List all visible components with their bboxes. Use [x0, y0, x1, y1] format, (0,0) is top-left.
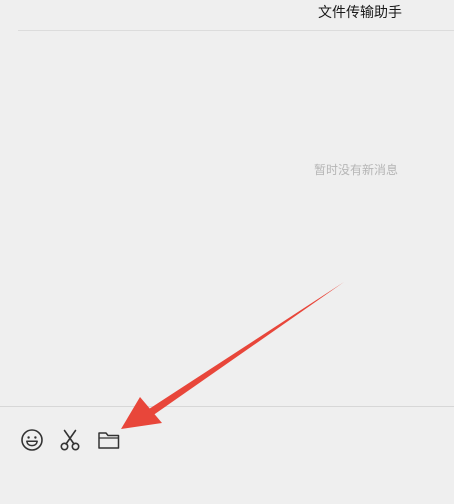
input-toolbar	[0, 407, 454, 504]
screenshot-button[interactable]	[57, 427, 83, 453]
message-area[interactable]: 暂时没有新消息	[0, 31, 454, 406]
chat-title: 文件传输助手	[318, 5, 402, 21]
empty-messages-hint: 暂时没有新消息	[314, 163, 399, 177]
folder-icon	[98, 432, 120, 449]
chat-window: 文件传输助手 暂时没有新消息	[0, 0, 454, 504]
emoji-button[interactable]	[19, 427, 45, 453]
scissors-icon	[60, 429, 80, 451]
send-file-button[interactable]	[96, 427, 122, 453]
chat-header: 文件传输助手	[0, 0, 454, 30]
emoji-icon	[21, 429, 43, 451]
